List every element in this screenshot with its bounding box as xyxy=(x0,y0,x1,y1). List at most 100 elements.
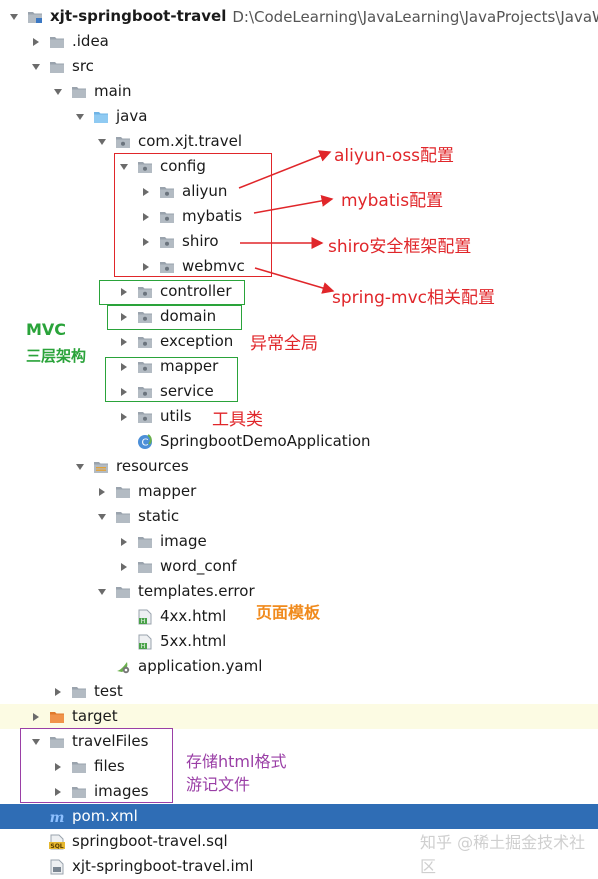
tree-row-image[interactable]: image xyxy=(0,529,598,554)
tree-row-resources[interactable]: resources xyxy=(0,454,598,479)
mybatis-annotation: mybatis配置 xyxy=(341,191,444,211)
chevron-right-icon[interactable] xyxy=(30,711,42,723)
chevron-down-icon[interactable] xyxy=(96,586,108,598)
project-path: D:\CodeLearning\JavaLearning\JavaProject… xyxy=(232,7,598,26)
tree-row-src[interactable]: src xyxy=(0,54,598,79)
tree-row-label: utils xyxy=(160,407,192,425)
yaml-file-icon xyxy=(114,659,132,675)
svg-text:C: C xyxy=(142,437,149,448)
maven-file-icon: m xyxy=(48,809,66,825)
chevron-down-icon[interactable] xyxy=(30,61,42,73)
templates-annotation: 页面模板 xyxy=(256,603,321,622)
tree-row-label: java xyxy=(116,107,148,125)
tree-row-label: com.xjt.travel xyxy=(138,132,243,150)
no-arrow-spacer xyxy=(96,661,108,673)
tree-row-target[interactable]: target xyxy=(0,704,598,729)
iml-file-icon xyxy=(48,859,66,875)
chevron-down-icon[interactable] xyxy=(96,136,108,148)
tree-row-label: 5xx.html xyxy=(160,632,227,650)
aliyun-annotation: aliyun-oss配置 xyxy=(334,146,455,166)
travelfiles-annotation-line1: 存储html格式 xyxy=(186,752,287,771)
resources-folder-icon xyxy=(92,459,110,475)
tree-row-static[interactable]: static xyxy=(0,504,598,529)
tree-row-com-xjt-travel[interactable]: com.xjt.travel xyxy=(0,129,598,154)
target-folder-icon xyxy=(48,709,66,725)
tree-row-label: application.yaml xyxy=(138,657,263,675)
tree-row-application-yaml[interactable]: application.yaml xyxy=(0,654,598,679)
tree-row-label: image xyxy=(160,532,207,550)
svg-text:SQL: SQL xyxy=(50,843,63,850)
tree-row-controller[interactable]: controller xyxy=(0,279,598,304)
tree-row-label: xjt-springboot-travel.iml xyxy=(72,857,254,875)
folder-icon xyxy=(114,584,132,600)
html-file-icon: H xyxy=(136,609,154,625)
tree-row-main[interactable]: main xyxy=(0,79,598,104)
tree-row-config[interactable]: config xyxy=(0,154,598,179)
chevron-right-icon[interactable] xyxy=(52,686,64,698)
folder-icon xyxy=(136,559,154,575)
travelfiles-annotation-box xyxy=(20,728,173,803)
tree-row-label: target xyxy=(72,707,118,725)
mvc-annotation-title: MVC xyxy=(26,320,67,339)
tree-row-shiro[interactable]: shiro xyxy=(0,229,598,254)
spring-class-icon: C xyxy=(136,433,154,450)
exception-annotation: 异常全局 xyxy=(250,334,318,354)
tree-row-label: pom.xml xyxy=(72,807,138,825)
svg-text:m: m xyxy=(50,810,65,825)
tree-row-aliyun[interactable]: aliyun xyxy=(0,179,598,204)
tree-row-xjt-springboot-travel[interactable]: xjt-springboot-travel D:\CodeLearning\Jav… xyxy=(0,4,598,29)
chevron-down-icon[interactable] xyxy=(74,461,86,473)
chevron-right-icon[interactable] xyxy=(96,486,108,498)
tree-row-utils[interactable]: utils xyxy=(0,404,598,429)
chevron-down-icon[interactable] xyxy=(8,11,20,23)
chevron-right-icon[interactable] xyxy=(30,36,42,48)
utils-annotation: 工具类 xyxy=(212,410,263,430)
tree-row-mapper[interactable]: mapper xyxy=(0,354,598,379)
no-arrow-spacer xyxy=(30,811,42,823)
tree-row-word-conf[interactable]: word_conf xyxy=(0,554,598,579)
tree-row-5xx-html[interactable]: H 5xx.html xyxy=(0,629,598,654)
controller-annotation-box xyxy=(99,280,245,305)
chevron-right-icon[interactable] xyxy=(118,536,130,548)
chevron-right-icon[interactable] xyxy=(118,336,130,348)
tree-row-domain[interactable]: domain xyxy=(0,304,598,329)
tree-row-springbootdemoapplication[interactable]: C SpringbootDemoApplication xyxy=(0,429,598,454)
html-file-icon: H xyxy=(136,634,154,650)
tree-row-pom-xml[interactable]: m pom.xml xyxy=(0,804,598,829)
tree-row-webmvc[interactable]: webmvc xyxy=(0,254,598,279)
tree-row-label: src xyxy=(72,57,94,75)
chevron-down-icon[interactable] xyxy=(96,511,108,523)
tree-row-test[interactable]: test xyxy=(0,679,598,704)
tree-row-service[interactable]: service xyxy=(0,379,598,404)
chevron-down-icon[interactable] xyxy=(74,111,86,123)
no-arrow-spacer xyxy=(118,611,130,623)
chevron-down-icon[interactable] xyxy=(52,86,64,98)
folder-icon xyxy=(48,59,66,75)
folder-icon xyxy=(136,534,154,550)
package-icon xyxy=(136,409,154,425)
tree-row-mybatis[interactable]: mybatis xyxy=(0,204,598,229)
tree-row-label: templates.error xyxy=(138,582,255,600)
shiro-annotation: shiro安全框架配置 xyxy=(328,237,472,257)
chevron-right-icon[interactable] xyxy=(118,561,130,573)
tree-row-label: static xyxy=(138,507,180,525)
folder-icon xyxy=(114,509,132,525)
tree-row-mapper[interactable]: mapper xyxy=(0,479,598,504)
tree-row-java[interactable]: java xyxy=(0,104,598,129)
sql-file-icon: SQL xyxy=(48,834,66,850)
folder-icon xyxy=(70,684,88,700)
tree-row-label: test xyxy=(94,682,123,700)
travelfiles-annotation-line2: 游记文件 xyxy=(186,775,251,794)
tree-row-label: .idea xyxy=(72,32,109,50)
package-icon xyxy=(114,134,132,150)
tree-row-label: SpringbootDemoApplication xyxy=(160,432,371,450)
folder-icon xyxy=(70,84,88,100)
chevron-right-icon[interactable] xyxy=(118,411,130,423)
watermark: 知乎 @稀土掘金技术社区 xyxy=(420,833,586,876)
folder-icon xyxy=(114,484,132,500)
tree-row-label: mapper xyxy=(138,482,197,500)
no-arrow-spacer xyxy=(30,861,42,873)
tree-row-label: 4xx.html xyxy=(160,607,227,625)
package-icon xyxy=(136,334,154,350)
tree-row--idea[interactable]: .idea xyxy=(0,29,598,54)
